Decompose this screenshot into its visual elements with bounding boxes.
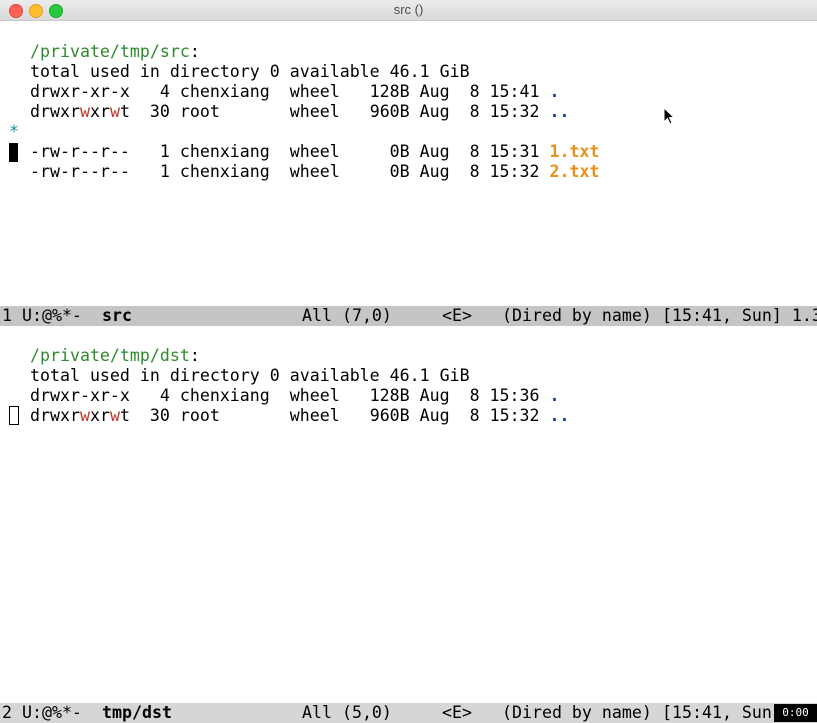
text-cursor [9, 143, 18, 162]
major-mode[interactable]: (Dired by name) [502, 703, 652, 723]
file-name[interactable]: 2.txt [550, 162, 600, 181]
buffer-name[interactable]: tmp/dst [102, 703, 172, 723]
dired-pane-dst[interactable]: /private/tmp/dst: total used in director… [0, 325, 817, 703]
window-title: src () [393, 2, 424, 17]
dired-header: /private/tmp/src: [30, 42, 200, 61]
file-row[interactable]: drwxr-xr-x 4 chenxiang wheel 128B Aug 8 … [0, 366, 560, 405]
directory-path: /private/tmp/dst [30, 346, 190, 365]
major-mode[interactable]: (Dired by name) [502, 306, 652, 326]
file-row[interactable]: drwxrwxrwt 30 root wheel 960B Aug 8 15:3… [0, 386, 570, 425]
file-row[interactable]: * -rw-r--r-- 1 chenxiang wheel 0B Aug 8 … [0, 102, 599, 161]
text-cursor [9, 406, 19, 425]
mode-line-top[interactable]: 1 U:@%*- src All (7,0) <E> (Dired by nam… [0, 306, 817, 326]
file-row[interactable]: drwxr-xr-x 4 chenxiang wheel 128B Aug 8 … [0, 62, 560, 101]
total-line: total used in directory 0 available 46.1… [30, 366, 470, 385]
file-row[interactable]: drwxrwxrwt 30 root wheel 960B Aug 8 15:3… [0, 82, 570, 121]
file-name[interactable]: . [550, 82, 560, 101]
mode-line-bottom[interactable]: 2 U:@%*- tmp/dst All (5,0) <E> (Dired by… [0, 703, 817, 723]
file-name[interactable]: 1.txt [550, 142, 600, 161]
recording-timer: 0:00 [774, 704, 817, 722]
dired-pane-src[interactable]: /private/tmp/src: total used in director… [0, 21, 817, 306]
title-bar: src () [0, 0, 817, 21]
file-name[interactable]: .. [550, 102, 570, 121]
file-name[interactable]: .. [550, 406, 570, 425]
directory-path: /private/tmp/src [30, 42, 190, 61]
file-name[interactable]: . [550, 386, 560, 405]
total-line: total used in directory 0 available 46.1… [30, 62, 470, 81]
mouse-pointer-icon [663, 107, 675, 125]
file-row[interactable]: * -rw-r--r-- 1 chenxiang wheel 0B Aug 8 … [0, 122, 599, 181]
buffer-name[interactable]: src [102, 306, 132, 326]
dired-header: /private/tmp/dst: [30, 346, 200, 365]
